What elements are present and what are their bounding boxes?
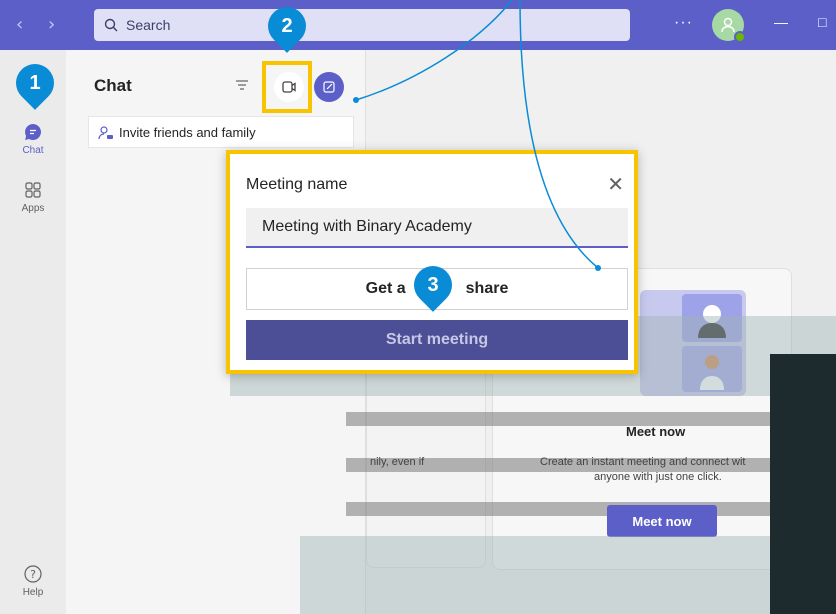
meeting-name-field[interactable] <box>246 208 628 248</box>
meet-now-desc-1: Create an instant meeting and connect wi… <box>540 456 746 468</box>
maximize-button[interactable]: □ <box>818 14 826 30</box>
search-icon <box>104 18 118 32</box>
back-arrow-icon[interactable]: ‹ <box>16 14 23 35</box>
search-placeholder: Search <box>126 17 171 33</box>
rail-label-chat: Chat <box>22 145 44 156</box>
avatar[interactable] <box>712 9 746 43</box>
status-available-icon <box>734 31 746 43</box>
left-card-text: nily, even if <box>370 456 425 468</box>
meeting-name-input[interactable] <box>262 218 628 236</box>
minimize-button[interactable]: — <box>774 14 788 30</box>
invite-label: Invite friends and family <box>119 124 256 140</box>
rail-item-help[interactable]: ? Help <box>0 564 66 598</box>
callout-number-1: 1 <box>29 71 41 94</box>
title-bar: ‹ › Search ··· — □ <box>0 0 836 50</box>
callout-number-2: 2 <box>281 14 293 37</box>
close-icon[interactable]: ✕ <box>607 172 624 196</box>
compose-icon <box>323 81 335 93</box>
svg-text:?: ? <box>30 568 36 581</box>
overlay-stripe <box>346 502 796 516</box>
forward-arrow-icon[interactable]: › <box>48 14 55 35</box>
share-label-left: Get a <box>365 280 406 297</box>
invite-person-icon <box>98 126 113 140</box>
chat-list-title: Chat <box>94 76 132 95</box>
more-options-button[interactable]: ··· <box>674 14 693 32</box>
meeting-name-dialog: Meeting name ✕ Get a share Start meeting <box>226 150 638 374</box>
dark-panel <box>770 354 836 614</box>
overlay-band <box>300 536 836 614</box>
overlay-stripe <box>346 412 796 426</box>
meet-button-highlight <box>262 61 312 113</box>
meet-now-title: Meet now <box>626 424 686 439</box>
dialog-title: Meeting name <box>246 176 348 193</box>
search-box[interactable]: Search <box>94 9 630 41</box>
share-label-right: share <box>465 280 509 297</box>
start-meeting-button[interactable]: Start meeting <box>246 320 628 360</box>
app-rail: Chat Apps ? Help <box>0 50 66 614</box>
rail-label-apps: Apps <box>21 203 45 214</box>
rail-label-help: Help <box>22 587 44 598</box>
callout-number-3: 3 <box>427 273 439 296</box>
chat-icon <box>25 124 41 140</box>
new-chat-button[interactable] <box>314 72 344 102</box>
apps-icon <box>25 182 41 198</box>
help-icon: ? <box>24 565 42 583</box>
rail-item-chat[interactable]: Chat <box>0 122 66 156</box>
person-icon <box>721 17 735 33</box>
meet-now-desc-2: anyone with just one click. <box>594 471 722 483</box>
meet-now-cta-button[interactable]: Meet now <box>607 505 717 537</box>
rail-item-apps[interactable]: Apps <box>0 180 66 214</box>
invite-friends-button[interactable]: Invite friends and family <box>88 116 354 148</box>
filter-icon[interactable] <box>234 78 250 92</box>
